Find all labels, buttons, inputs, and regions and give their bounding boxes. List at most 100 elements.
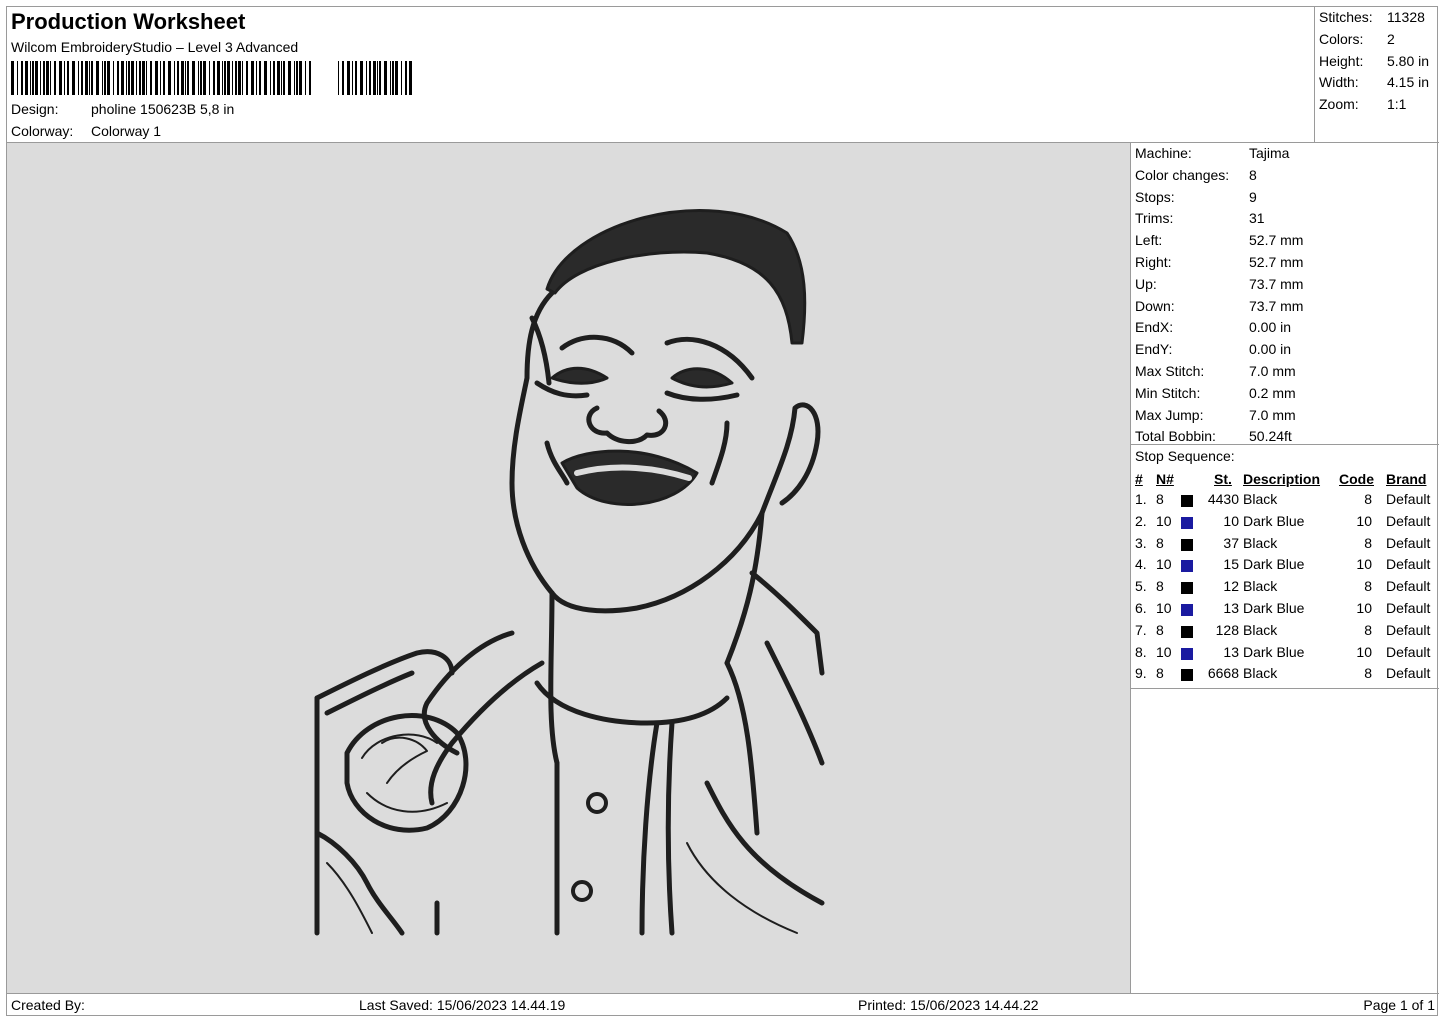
- stat-value: 7.0 mm: [1249, 406, 1296, 423]
- barcode-bar: [30, 61, 31, 95]
- barcode-bar: [232, 61, 233, 95]
- barcode-bar: [296, 61, 298, 95]
- design-label: Design:: [11, 101, 59, 117]
- barcode-bar: [40, 61, 41, 95]
- stat-value: 52.7 mm: [1249, 254, 1304, 270]
- stat-value: 9: [1249, 188, 1257, 205]
- barcode-bar: [309, 61, 311, 95]
- stop-code: 10: [1356, 556, 1372, 573]
- barcode-bar: [91, 61, 93, 95]
- stop-needle: 8: [1156, 665, 1164, 682]
- barcode-bar: [11, 61, 14, 95]
- stop-description: Black: [1243, 491, 1278, 507]
- barcode-bar: [81, 61, 83, 95]
- color-swatch: [1181, 538, 1193, 551]
- stat-label: Machine:: [1135, 145, 1192, 161]
- stop-needle: 10: [1156, 643, 1172, 660]
- barcode-bar: [392, 61, 394, 95]
- barcode-bar: [360, 61, 363, 95]
- barcode-bar: [64, 61, 65, 95]
- summary-value: 1:1: [1387, 96, 1407, 113]
- stop-brand: Default: [1386, 578, 1431, 595]
- worksheet-header: Production Worksheet Wilcom EmbroiderySt…: [7, 7, 1315, 143]
- stop-sequence: Stop Sequence: # N# St. Description Code…: [1131, 445, 1439, 689]
- stop-row: 3. 8 37 Black 8 Default: [1131, 535, 1439, 557]
- color-swatch: [1181, 625, 1193, 638]
- embroidery-design-illustration: [314, 209, 825, 936]
- barcode-bar: [17, 61, 18, 95]
- barcode-bar: [342, 61, 344, 95]
- created-by: Created By:: [11, 997, 85, 1013]
- barcode-bar: [238, 61, 241, 95]
- stop-stitches: 13: [1223, 643, 1239, 660]
- stat-label: Total Bobbin:: [1135, 428, 1216, 445]
- stop-row: 2. 10 10 Dark Blue 10 Default: [1131, 513, 1439, 535]
- barcode-bar: [251, 61, 254, 95]
- color-swatch: [1181, 604, 1193, 616]
- barcode-bar: [185, 61, 186, 95]
- barcode-bar: [384, 61, 387, 95]
- stat-label: Color changes:: [1135, 166, 1230, 183]
- stat-label: Up:: [1135, 275, 1157, 292]
- col-num-header: #: [1135, 471, 1143, 487]
- color-swatch: [1181, 669, 1193, 682]
- last-saved: Last Saved: 15/06/2023 14.44.19: [359, 997, 566, 1013]
- barcode-bar: [160, 61, 161, 95]
- colorway-label: Colorway:: [11, 123, 74, 139]
- barcode-bar: [355, 61, 357, 95]
- stat-label: EndX:: [1135, 319, 1174, 336]
- barcode-bar: [21, 61, 23, 95]
- barcode-bar: [198, 61, 199, 95]
- stop-stitches: 15: [1223, 556, 1239, 573]
- summary-value: 5.80 in: [1387, 52, 1430, 69]
- stop-row: 5. 8 12 Black 8 Default: [1131, 578, 1439, 600]
- stat-value: 0.00 in: [1249, 319, 1292, 336]
- stat-value: 7.0 mm: [1249, 363, 1296, 379]
- barcode-bar: [192, 61, 195, 95]
- design-value: pholine 150623B 5,8 in: [91, 101, 235, 117]
- production-worksheet: Production Worksheet Wilcom EmbroiderySt…: [6, 6, 1439, 1016]
- summary-value: 11328: [1387, 9, 1425, 25]
- colorway-field: Colorway: Colorway 1: [11, 123, 161, 139]
- barcode-bar: [213, 61, 215, 95]
- barcode-bar: [222, 61, 223, 95]
- stop-code: 8: [1364, 491, 1372, 507]
- barcode-bar: [246, 61, 248, 95]
- stop-needle: 8: [1156, 621, 1164, 638]
- stat-value: 52.7 mm: [1249, 232, 1304, 249]
- stop-description: Black: [1243, 665, 1278, 682]
- barcode-bar: [177, 61, 179, 95]
- stat-value: 50.24ft: [1249, 428, 1292, 445]
- design-preview: [7, 143, 1131, 993]
- stop-description: Black: [1243, 621, 1278, 638]
- stop-row: 4. 10 15 Dark Blue 10 Default: [1131, 556, 1439, 578]
- color-swatch: [1181, 647, 1193, 660]
- barcode-bar: [142, 61, 145, 95]
- summary-label: Zoom:: [1319, 96, 1359, 113]
- stat-label: Max Jump:: [1135, 406, 1204, 423]
- barcode-bar: [85, 61, 88, 95]
- barcode-bar: [281, 61, 282, 95]
- barcode-bar: [46, 61, 49, 95]
- printed-date: Printed: 15/06/2023 14.44.22: [858, 997, 1039, 1013]
- stop-description: Dark Blue: [1243, 600, 1305, 616]
- stat-label: Max Stitch:: [1135, 363, 1205, 379]
- barcode-bar: [43, 61, 45, 95]
- barcode-bar: [121, 61, 124, 95]
- barcode-bar: [174, 61, 175, 95]
- barcode-bar: [89, 61, 90, 95]
- barcode-bar: [181, 61, 184, 95]
- stop-stitches: 13: [1223, 600, 1239, 616]
- stop-brand: Default: [1386, 491, 1431, 507]
- barcode-bar: [155, 61, 158, 95]
- barcode-bar: [256, 61, 257, 95]
- barcode-bar: [347, 61, 350, 95]
- barcode-bar: [283, 61, 285, 95]
- stat-value: 0.2 mm: [1249, 384, 1296, 401]
- barcode-bar: [270, 61, 271, 95]
- barcode-bar: [401, 61, 402, 95]
- stop-needle: 8: [1156, 578, 1164, 595]
- stop-stitches: 6668: [1207, 665, 1239, 682]
- barcode-bar: [139, 61, 141, 95]
- stat-label: Trims:: [1135, 210, 1174, 227]
